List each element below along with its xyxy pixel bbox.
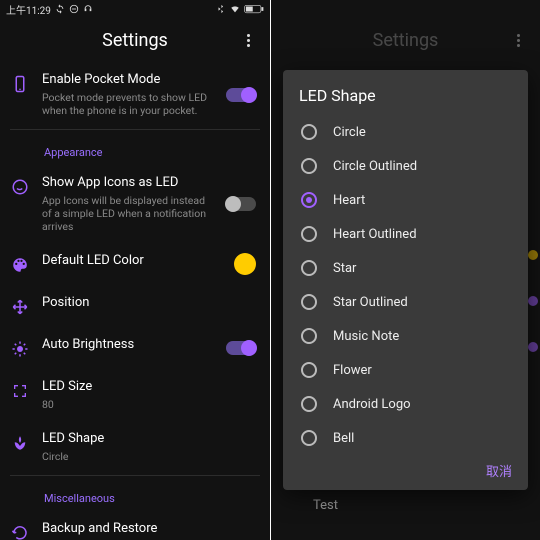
section-misc: Miscellaneous xyxy=(0,478,270,511)
radio-icon xyxy=(301,362,317,378)
settings-screen-right: Settings Enable Pocket Mode Pocket mode … xyxy=(270,0,540,540)
option-label: Heart Outlined xyxy=(333,227,417,242)
more-vert-icon xyxy=(247,34,250,47)
app-bar-title: Settings xyxy=(373,30,439,51)
restore-icon xyxy=(10,523,30,540)
app-bar: Settings xyxy=(0,18,270,62)
dialog-option[interactable]: Music Note xyxy=(299,319,512,353)
palette-icon xyxy=(10,255,30,275)
row-position[interactable]: Position xyxy=(0,285,270,327)
dnd-icon xyxy=(69,4,79,14)
status-time: 上午11:29 xyxy=(6,2,51,17)
radio-icon xyxy=(301,158,317,174)
dialog-options: Circle Circle Outlined Heart Heart Outlined… xyxy=(299,115,512,455)
bluetooth-icon xyxy=(216,4,226,14)
led-shape-dialog: LED Shape Circle Circle Outlined Heart Hear… xyxy=(283,70,528,490)
row-title: LED Shape xyxy=(42,431,256,448)
dialog-option[interactable]: Heart xyxy=(299,183,512,217)
dialog-option[interactable]: Circle xyxy=(299,115,512,149)
color-swatch xyxy=(528,250,538,260)
row-test: Test xyxy=(271,488,540,530)
fullscreen-icon xyxy=(10,381,30,401)
dialog-title: LED Shape xyxy=(299,86,512,105)
row-subtitle: App Icons will be displayed instead of a… xyxy=(42,194,214,233)
row-title: Test xyxy=(313,498,526,515)
dialog-option[interactable]: Android Logo xyxy=(299,387,512,421)
phone-icon xyxy=(10,74,30,94)
whatsapp-icon xyxy=(10,177,30,197)
sync-icon xyxy=(55,4,65,14)
section-appearance: Appearance xyxy=(0,132,270,165)
status-bar: 上午11:29 xyxy=(0,0,270,18)
move-icon xyxy=(10,297,30,317)
row-subtitle: Pocket mode prevents to show LED when th… xyxy=(42,91,214,117)
radio-icon xyxy=(301,260,317,276)
radio-icon xyxy=(301,328,317,344)
row-led-shape[interactable]: LED Shape Circle xyxy=(0,421,270,473)
dialog-option[interactable]: Heart Outlined xyxy=(299,217,512,251)
option-label: Bell xyxy=(333,431,354,446)
row-title: Enable Pocket Mode xyxy=(42,72,214,89)
row-pocket-mode[interactable]: Enable Pocket Mode Pocket mode prevents … xyxy=(0,62,270,127)
background-swatches xyxy=(528,250,538,352)
spa-icon xyxy=(10,433,30,453)
divider xyxy=(10,129,260,130)
pocket-mode-toggle[interactable] xyxy=(226,88,256,102)
radio-icon xyxy=(301,226,317,242)
option-label: Music Note xyxy=(333,329,399,344)
overflow-menu-button xyxy=(506,18,530,62)
option-label: Star Outlined xyxy=(333,295,408,310)
row-value: Circle xyxy=(42,450,256,463)
dialog-option[interactable]: Circle Outlined xyxy=(299,149,512,183)
brightness-icon xyxy=(10,339,30,359)
app-bar-title: Settings xyxy=(102,30,168,51)
row-app-icons[interactable]: Show App Icons as LED App Icons will be … xyxy=(0,165,270,243)
row-title: Show App Icons as LED xyxy=(42,175,214,192)
row-title: Backup and Restore xyxy=(42,521,256,538)
divider xyxy=(10,475,260,476)
radio-icon xyxy=(301,396,317,412)
more-vert-icon xyxy=(517,34,520,47)
overflow-menu-button[interactable] xyxy=(236,18,260,62)
row-led-size[interactable]: LED Size 80 xyxy=(0,369,270,421)
radio-icon xyxy=(301,430,317,446)
dialog-cancel-button[interactable]: 取消 xyxy=(486,461,512,480)
row-default-color[interactable]: Default LED Color xyxy=(0,243,270,285)
option-label: Flower xyxy=(333,363,372,378)
battery-icon xyxy=(244,4,264,14)
row-auto-brightness[interactable]: Auto Brightness xyxy=(0,327,270,369)
color-swatch xyxy=(528,296,538,306)
status-bar xyxy=(271,0,540,18)
radio-icon xyxy=(301,124,317,140)
dialog-option[interactable]: Bell xyxy=(299,421,512,455)
color-swatch xyxy=(528,342,538,352)
dialog-option[interactable]: Star xyxy=(299,251,512,285)
settings-screen-left: 上午11:29 Settings Enable Pocket Mode Pock… xyxy=(0,0,270,540)
row-backup-restore[interactable]: Backup and Restore xyxy=(0,511,270,540)
row-value: 80 xyxy=(42,398,256,411)
row-title: LED Size xyxy=(42,379,256,396)
app-icons-toggle[interactable] xyxy=(226,197,256,211)
option-label: Circle xyxy=(333,125,366,140)
headphones-icon xyxy=(83,4,93,14)
option-label: Heart xyxy=(333,193,365,208)
option-label: Android Logo xyxy=(333,397,411,412)
row-title: Auto Brightness xyxy=(42,337,214,354)
auto-brightness-toggle[interactable] xyxy=(226,341,256,355)
app-bar: Settings xyxy=(271,18,540,62)
dialog-option[interactable]: Star Outlined xyxy=(299,285,512,319)
row-title: Default LED Color xyxy=(42,253,222,270)
dialog-option[interactable]: Flower xyxy=(299,353,512,387)
radio-icon xyxy=(301,192,317,208)
option-label: Star xyxy=(333,261,356,276)
option-label: Circle Outlined xyxy=(333,159,417,174)
wifi-icon xyxy=(230,4,240,14)
row-title: Position xyxy=(42,295,256,312)
radio-icon xyxy=(301,294,317,310)
default-color-swatch[interactable] xyxy=(234,253,256,275)
settings-list: Enable Pocket Mode Pocket mode prevents … xyxy=(0,62,270,540)
